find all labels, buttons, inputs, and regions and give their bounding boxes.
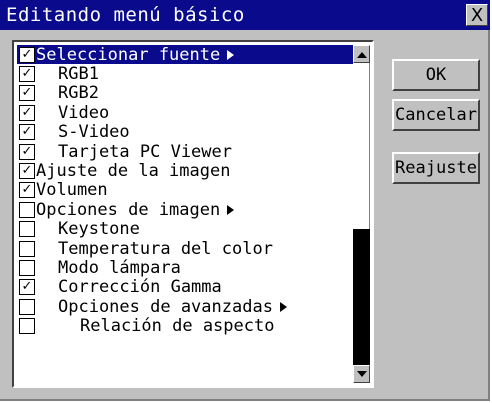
menu-item-row[interactable]: ✓ RGB2	[17, 83, 353, 104]
submenu-arrow-icon	[227, 49, 235, 60]
scroll-down-button[interactable]	[353, 365, 370, 383]
menu-item-label: Corrección Gamma	[58, 277, 222, 298]
menu-item-row[interactable]: Relación de aspecto	[17, 316, 353, 337]
close-button[interactable]: X	[466, 4, 488, 26]
menu-item-label: Seleccionar fuente	[36, 45, 221, 65]
menu-list-box: ✓ Seleccionar fuente ✓ RGB1 ✓ RGB2 ✓ Video ✓ S-Vi…	[12, 40, 374, 388]
checkbox-checked[interactable]: ✓	[19, 85, 35, 102]
menu-item-row[interactable]: ✓ RGB1	[17, 64, 353, 85]
checkbox-checked[interactable]: ✓	[19, 46, 35, 63]
menu-item-row[interactable]: ✓ Volumen	[17, 180, 353, 201]
checkbox-checked[interactable]: ✓	[19, 124, 35, 141]
dialog-window: Editando menú básico X ✓ Seleccionar fuen…	[0, 0, 490, 401]
window-title: Editando menú básico	[6, 4, 245, 26]
checkbox-unchecked[interactable]	[19, 259, 35, 276]
vertical-scrollbar[interactable]	[353, 45, 370, 383]
submenu-arrow-icon	[279, 301, 287, 312]
checkbox-unchecked[interactable]	[19, 318, 35, 335]
arrow-up-icon	[357, 52, 367, 58]
checkbox-unchecked[interactable]	[19, 221, 35, 238]
menu-item-label: Relación de aspecto	[80, 316, 275, 337]
ok-button[interactable]: OK	[392, 59, 480, 91]
menu-item-row[interactable]: ✓ Tarjeta PC Viewer	[17, 141, 353, 162]
scroll-up-button[interactable]	[353, 45, 370, 63]
menu-item-label: Tarjeta PC Viewer	[58, 141, 232, 162]
menu-item-label: Opciones de imagen	[36, 199, 221, 220]
checkbox-unchecked[interactable]	[19, 298, 35, 315]
title-bar: Editando menú básico X	[0, 0, 490, 30]
checkbox-checked[interactable]: ✓	[19, 182, 35, 199]
checkbox-unchecked[interactable]	[19, 240, 35, 257]
cancel-button[interactable]: Cancelar	[392, 99, 480, 131]
menu-item-label: Modo lámpara	[58, 258, 181, 278]
checkbox-checked[interactable]: ✓	[19, 163, 35, 180]
menu-item-row[interactable]: ✓ Video	[17, 102, 353, 123]
menu-item-row[interactable]: ✓ Seleccionar fuente	[17, 45, 353, 65]
menu-item-row[interactable]: Temperatura del color	[17, 238, 353, 259]
menu-item-label: RGB1	[58, 64, 99, 85]
menu-item-row[interactable]: Keystone	[17, 219, 353, 240]
checkbox-unchecked[interactable]	[19, 201, 35, 218]
checkbox-checked[interactable]: ✓	[19, 143, 35, 160]
arrow-down-icon	[357, 371, 367, 377]
menu-item-row[interactable]: Opciones de avanzadas	[17, 296, 353, 317]
menu-item-row[interactable]: ✓ S-Video	[17, 122, 353, 143]
scrollbar-thumb[interactable]	[353, 63, 370, 229]
menu-item-label: Temperatura del color	[58, 238, 273, 259]
menu-item-label: Opciones de avanzadas	[58, 296, 273, 317]
menu-item-label: RGB2	[58, 83, 99, 104]
menu-item-row[interactable]: Modo lámpara	[17, 258, 353, 278]
menu-item-label: Keystone	[58, 219, 140, 240]
reset-button[interactable]: Reajuste	[392, 152, 480, 184]
menu-item-label: Volumen	[36, 180, 108, 201]
checkbox-checked[interactable]: ✓	[19, 66, 35, 83]
menu-item-row[interactable]: Opciones de imagen	[17, 199, 353, 220]
menu-item-label: Video	[58, 102, 110, 123]
menu-item-row[interactable]: ✓ Corrección Gamma	[17, 277, 353, 298]
menu-item-list: ✓ Seleccionar fuente ✓ RGB1 ✓ RGB2 ✓ Video ✓ S-Vi…	[17, 45, 353, 383]
checkbox-checked[interactable]: ✓	[19, 279, 35, 296]
submenu-arrow-icon	[227, 204, 235, 215]
menu-item-row[interactable]: ✓ Ajuste de la imagen	[17, 161, 353, 182]
menu-item-label: S-Video	[58, 122, 130, 143]
menu-item-label: Ajuste de la imagen	[36, 161, 231, 182]
checkbox-checked[interactable]: ✓	[19, 104, 35, 121]
